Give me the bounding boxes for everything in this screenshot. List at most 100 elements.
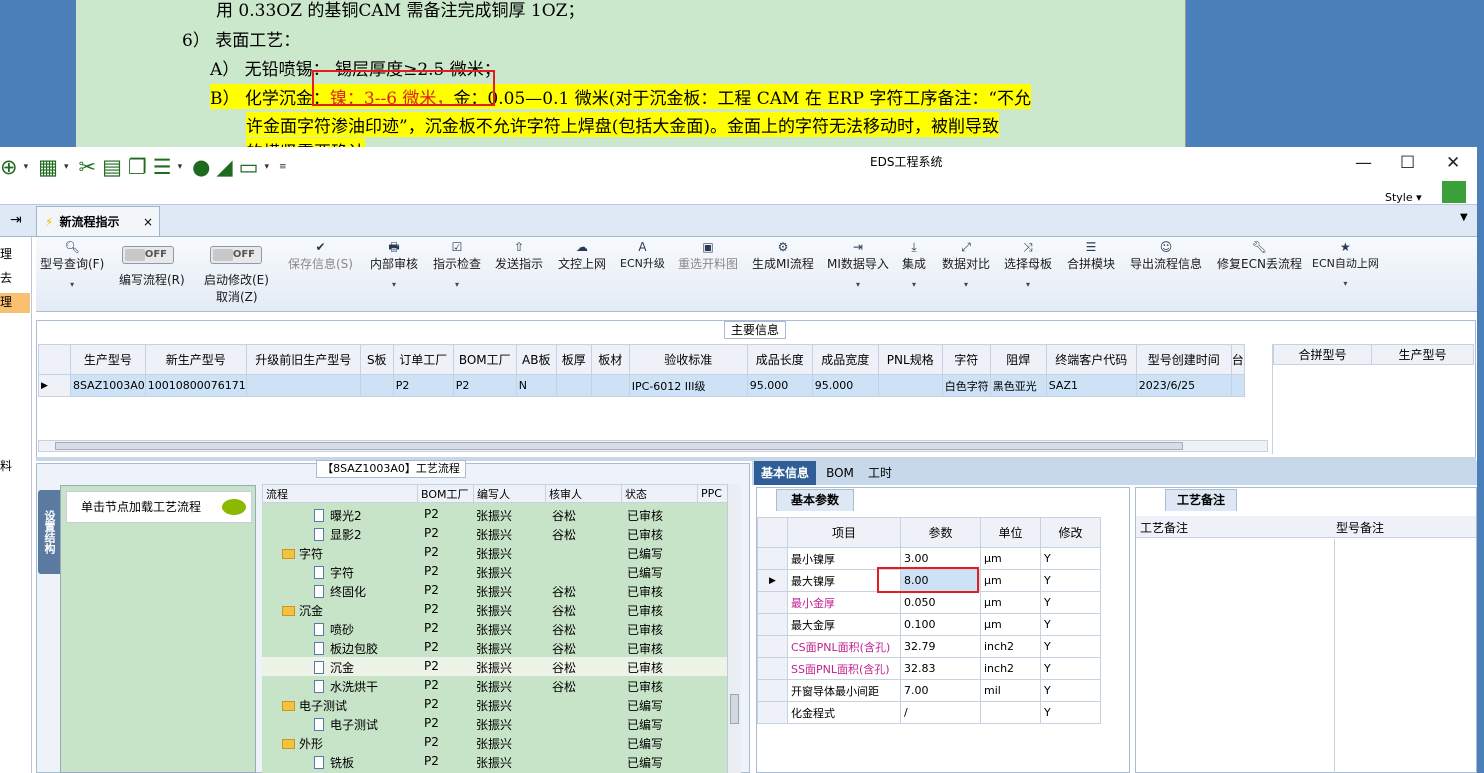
chevron-down-icon[interactable]: ▼ [1460, 212, 1468, 223]
paste-icon[interactable]: ❐ [128, 155, 147, 179]
row-header[interactable] [757, 679, 788, 702]
column-header[interactable]: 核审人 [545, 484, 622, 503]
tab-structure-settings[interactable]: 设置结构 [38, 490, 60, 574]
table-cell[interactable]: 白色字符 [941, 374, 991, 397]
left-nav-item[interactable]: 去 [0, 269, 30, 289]
table-cell[interactable]: SS面PNL面积(含孔) [787, 657, 901, 680]
row-header[interactable] [757, 701, 788, 724]
column-header[interactable]: 生产型号 [70, 344, 146, 375]
tree-row[interactable]: 喷砂 P2 张振兴 谷松 已审核 [262, 619, 727, 638]
table-cell[interactable]: 最大金厚 [787, 613, 901, 636]
column-header[interactable]: 参数 [900, 517, 981, 548]
tree-row[interactable]: 板边包胶 P2 张振兴 谷松 已审核 [262, 638, 727, 657]
table-cell[interactable] [245, 374, 361, 397]
table-cell[interactable]: CS面PNL面积(含孔) [787, 635, 901, 658]
tree-node-label[interactable]: 电子测试 [282, 697, 347, 714]
tree-node-label[interactable]: 外形 [282, 735, 323, 752]
table-cell[interactable]: 8SAZ1003A0 [70, 374, 146, 397]
horizontal-scrollbar[interactable] [38, 440, 1268, 452]
tree-node-label[interactable]: 铣板 [314, 754, 354, 771]
table-row[interactable]: SS面PNL面积(含孔) 32.83 inch2 Y [757, 657, 1101, 680]
column-header[interactable]: 订单工厂 [392, 344, 454, 375]
ecn-upgrade-button[interactable]: A ECN升级 [620, 239, 665, 271]
column-header[interactable]: 流程 [262, 484, 418, 503]
table-cell[interactable] [980, 701, 1041, 724]
maximize-button[interactable]: ☐ [1400, 153, 1415, 173]
customize-icon[interactable]: ≡ [279, 162, 287, 172]
column-header[interactable]: 修改 [1040, 517, 1101, 548]
table-cell[interactable] [555, 374, 592, 397]
process-notes-textarea[interactable] [1137, 539, 1333, 771]
table-cell[interactable]: Y [1040, 569, 1101, 592]
column-header[interactable]: AB板 [515, 344, 557, 375]
compare-button[interactable]: ⤢ 数据对比 ▾ [942, 239, 990, 289]
film-icon[interactable]: ▤ [102, 155, 122, 179]
table-cell[interactable]: Y [1040, 547, 1101, 570]
column-header[interactable]: 新生产型号 [144, 344, 247, 375]
column-header[interactable]: 阻焊 [989, 344, 1047, 375]
table-cell[interactable]: 95.000 [811, 374, 879, 397]
tree-row[interactable]: 沉金 P2 张振兴 谷松 已审核 [262, 600, 727, 619]
column-header[interactable]: 字符 [941, 344, 991, 375]
column-header[interactable]: 台 [1230, 344, 1245, 375]
grid-icon[interactable]: ▦ [38, 155, 58, 179]
tree-row[interactable]: 字符 P2 张振兴 已编写 [262, 543, 727, 562]
column-header[interactable]: BOM工厂 [452, 344, 517, 375]
write-flow-toggle[interactable]: OFF [122, 246, 174, 264]
column-header[interactable]: 项目 [787, 517, 901, 548]
table-cell[interactable]: μm [980, 569, 1041, 592]
tree-node-label[interactable]: 水洗烘干 [314, 678, 378, 695]
column-header[interactable]: 单位 [980, 517, 1041, 548]
start-modify-toggle[interactable]: OFF [210, 246, 262, 264]
save-button[interactable]: ✔ 保存信息(S) [288, 239, 353, 272]
tree-row[interactable]: 沉金 P2 张振兴 谷松 已审核 [262, 657, 727, 676]
table-cell[interactable]: / [900, 701, 981, 724]
monitor-icon[interactable]: ▭ [239, 155, 259, 179]
table-cell[interactable]: 化金程式 [787, 701, 901, 724]
vertical-scrollbar[interactable] [727, 484, 741, 773]
table-row[interactable]: ▶ 8SAZ1003A0 10010800076171 P2 P2 N IPC-… [38, 374, 1245, 397]
table-cell[interactable] [877, 374, 943, 397]
row-header[interactable]: ▶ [757, 569, 788, 592]
table-cell[interactable]: 0.050 [900, 591, 981, 614]
tree-row[interactable]: 电子测试 P2 张振兴 已编写 [262, 695, 727, 714]
row-header[interactable] [757, 657, 788, 680]
column-header[interactable]: 编写人 [473, 484, 546, 503]
internal-audit-button[interactable]: 🖶︎ 内部审核 ▾ [370, 239, 418, 289]
tab-hours[interactable]: 工时 [862, 461, 898, 485]
column-header[interactable]: PNL规格 [877, 344, 943, 375]
scissors-icon[interactable]: ✂ [79, 155, 97, 179]
column-header[interactable]: PPC [697, 484, 728, 503]
tree-node-label[interactable]: 电子测试 [314, 716, 378, 733]
table-row[interactable]: 开窗导体最小间距 7.00 mil Y [757, 679, 1101, 702]
cancel-modify-label[interactable]: 取消(Z) [216, 288, 258, 305]
table-cell[interactable] [590, 374, 630, 397]
column-header[interactable]: 升级前旧生产型号 [245, 344, 361, 375]
table-row[interactable]: 化金程式 / Y [757, 701, 1101, 724]
left-nav-item[interactable]: 料 [0, 457, 30, 477]
tree-row[interactable]: 字符 P2 张振兴 已编写 [262, 562, 727, 581]
repair-ecn-button[interactable]: 🔧︎ 修复ECN丢流程 [1217, 239, 1302, 272]
tree-row[interactable]: 电子测试 P2 张振兴 已编写 [262, 714, 727, 733]
pin-icon[interactable]: ⇥ [10, 212, 22, 228]
table-cell[interactable]: 最小金厚 [787, 591, 901, 614]
globe-icon[interactable]: ⊕ [0, 155, 18, 179]
tree-node-label[interactable]: 字符 [314, 564, 354, 581]
table-cell[interactable]: inch2 [980, 657, 1041, 680]
table-row[interactable]: CS面PNL面积(含孔) 32.79 inch2 Y [757, 635, 1101, 658]
column-header[interactable]: 成品宽度 [811, 344, 879, 375]
column-header[interactable]: BOM工厂 [417, 484, 474, 503]
tree-row[interactable]: 铣板 P2 张振兴 已编写 [262, 752, 727, 771]
table-cell[interactable]: Y [1040, 591, 1101, 614]
column-header[interactable]: 板材 [590, 344, 630, 375]
table-row[interactable]: 最小金厚 0.050 μm Y [757, 591, 1101, 614]
table-cell[interactable]: mil [980, 679, 1041, 702]
style-menu[interactable]: Style ▾ [1385, 191, 1422, 204]
integrate-button[interactable]: ⤓ 集成 ▾ [902, 239, 926, 289]
table-cell[interactable]: μm [980, 591, 1041, 614]
table-cell[interactable]: Y [1040, 613, 1101, 636]
list-icon[interactable]: ☰ [153, 155, 172, 179]
left-nav-item[interactable]: 理 [0, 245, 30, 265]
tree-row[interactable]: 外形 P2 张振兴 已编写 [262, 733, 727, 752]
scrollbar-thumb[interactable] [730, 694, 739, 724]
